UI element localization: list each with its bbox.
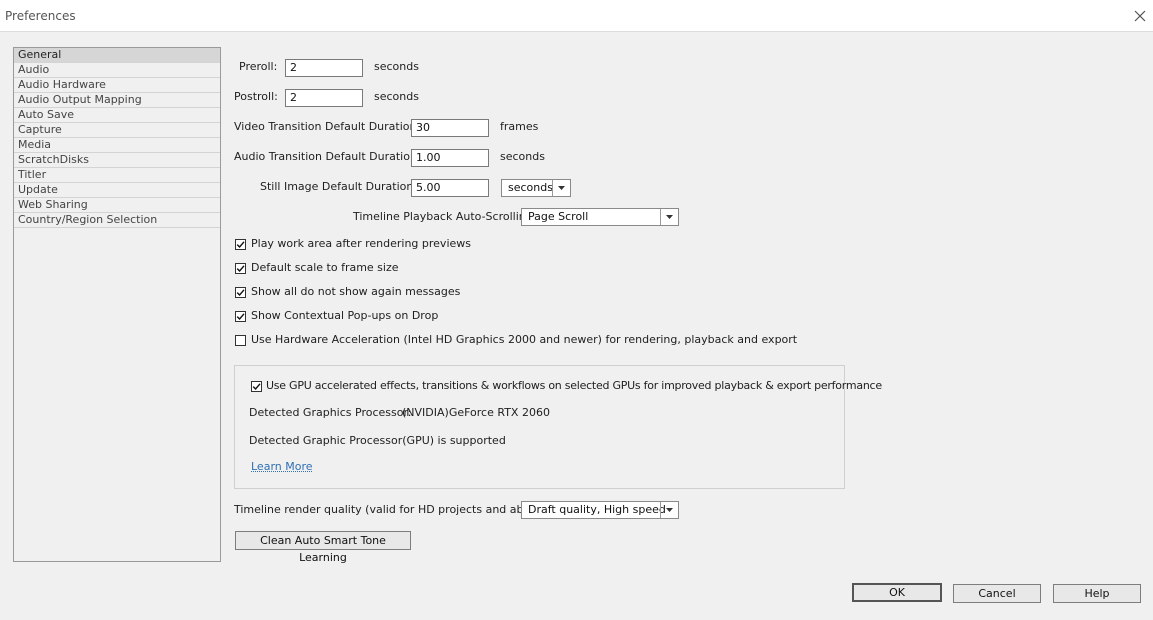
ok-button[interactable]: OK xyxy=(852,583,942,602)
default-scale-label: Default scale to frame size xyxy=(251,261,399,274)
chevron-down-icon xyxy=(660,209,678,225)
postroll-label: Postroll: xyxy=(234,90,278,103)
sidebar-item-capture[interactable]: Capture xyxy=(14,123,220,138)
detected-gpu-label: Detected Graphics Processor: xyxy=(249,406,412,419)
video-transition-label: Video Transition Default Duration: xyxy=(234,120,421,133)
detected-gpu-value: (NVIDIA)GeForce RTX 2060 xyxy=(402,406,550,419)
sidebar-item-audio-hardware[interactable]: Audio Hardware xyxy=(14,78,220,93)
postroll-input[interactable]: 2 xyxy=(285,89,363,107)
timeline-scroll-value: Page Scroll xyxy=(528,210,589,223)
postroll-unit: seconds xyxy=(374,90,419,103)
chevron-down-icon xyxy=(660,502,678,518)
close-icon xyxy=(1134,10,1146,21)
hardware-acceleration-label: Use Hardware Acceleration (Intel HD Grap… xyxy=(251,333,798,346)
sidebar-item-update[interactable]: Update xyxy=(14,183,220,198)
contextual-popups-label: Show Contextual Pop-ups on Drop xyxy=(251,309,439,322)
preroll-input[interactable]: 2 xyxy=(285,59,363,77)
still-image-label: Still Image Default Duration: xyxy=(260,180,418,193)
still-image-unit-dropdown[interactable]: seconds xyxy=(501,179,571,197)
sidebar-item-country-region[interactable]: Country/Region Selection xyxy=(14,213,220,228)
clean-smart-tone-button[interactable]: Clean Auto Smart Tone Learning xyxy=(235,531,411,564)
window-title: Preferences xyxy=(5,9,76,23)
still-image-input[interactable]: 5.00 xyxy=(411,179,489,197)
sidebar-item-web-sharing[interactable]: Web Sharing xyxy=(14,198,220,213)
checkmark-icon xyxy=(236,313,245,321)
audio-transition-input[interactable]: 1.00 xyxy=(411,149,489,167)
gpu-supported-text: Detected Graphic Processor(GPU) is suppo… xyxy=(249,434,506,447)
audio-transition-label: Audio Transition Default Duration: xyxy=(234,150,421,163)
sidebar-item-audio-output-mapping[interactable]: Audio Output Mapping xyxy=(14,93,220,108)
close-button[interactable] xyxy=(1127,0,1153,31)
video-transition-unit: frames xyxy=(500,120,539,133)
play-work-area-checkbox[interactable] xyxy=(235,239,246,250)
render-quality-label: Timeline render quality (valid for HD pr… xyxy=(234,503,552,516)
checkmark-icon xyxy=(236,241,245,249)
contextual-popups-checkbox[interactable] xyxy=(235,311,246,322)
audio-transition-unit: seconds xyxy=(500,150,545,163)
gpu-acceleration-label: Use GPU accelerated effects, transitions… xyxy=(266,379,882,392)
learn-more-link[interactable]: Learn More xyxy=(251,460,313,473)
sidebar-item-audio[interactable]: Audio xyxy=(14,63,220,78)
sidebar-item-media[interactable]: Media xyxy=(14,138,220,153)
sidebar-item-scratch-disks[interactable]: ScratchDisks xyxy=(14,153,220,168)
checkmark-icon xyxy=(252,383,261,391)
preroll-label: Preroll: xyxy=(239,60,278,73)
play-work-area-label: Play work area after rendering previews xyxy=(251,237,471,250)
render-quality-dropdown[interactable]: Draft quality, High speed xyxy=(521,501,679,519)
default-scale-checkbox[interactable] xyxy=(235,263,246,274)
help-button[interactable]: Help xyxy=(1053,584,1141,603)
timeline-scroll-dropdown[interactable]: Page Scroll xyxy=(521,208,679,226)
sidebar-item-general[interactable]: General xyxy=(14,48,220,63)
render-quality-value: Draft quality, High speed xyxy=(528,503,666,516)
chevron-down-icon xyxy=(552,180,570,196)
preroll-unit: seconds xyxy=(374,60,419,73)
still-image-unit-value: seconds xyxy=(508,181,553,194)
checkmark-icon xyxy=(236,265,245,273)
sidebar-item-auto-save[interactable]: Auto Save xyxy=(14,108,220,123)
timeline-scroll-label: Timeline Playback Auto-Scrolling: xyxy=(353,210,537,223)
video-transition-input[interactable]: 30 xyxy=(411,119,489,137)
hardware-acceleration-checkbox[interactable] xyxy=(235,335,246,346)
sidebar-item-titler[interactable]: Titler xyxy=(14,168,220,183)
gpu-acceleration-checkbox[interactable] xyxy=(251,381,262,392)
title-bar: Preferences xyxy=(0,0,1153,32)
show-messages-checkbox[interactable] xyxy=(235,287,246,298)
preferences-sidebar: General Audio Audio Hardware Audio Outpu… xyxy=(13,47,221,562)
cancel-button[interactable]: Cancel xyxy=(953,584,1041,603)
show-messages-label: Show all do not show again messages xyxy=(251,285,461,298)
checkmark-icon xyxy=(236,289,245,297)
